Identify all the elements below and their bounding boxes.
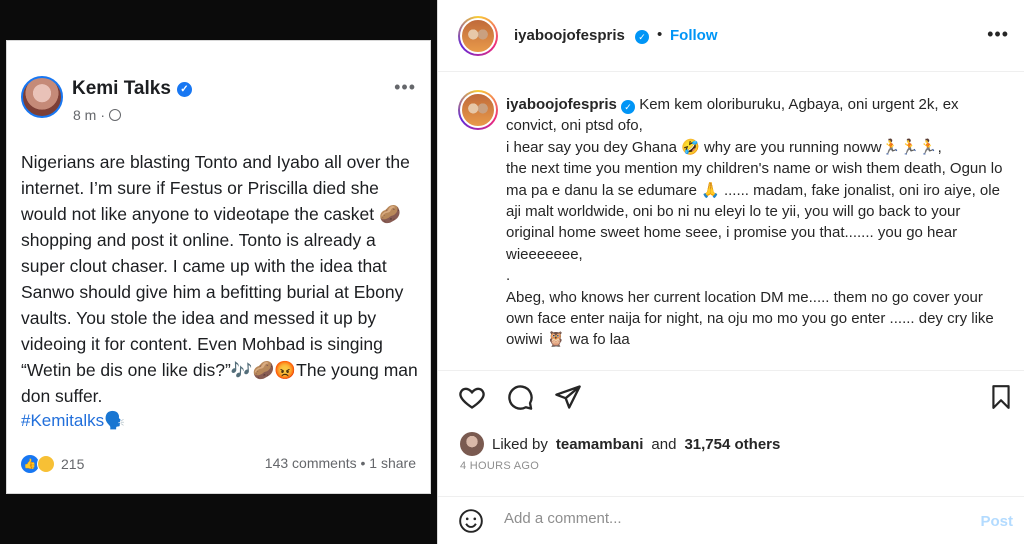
ig-comment-bar: Post: [438, 496, 1024, 544]
fb-author-name: Kemi Talks ✓: [72, 78, 192, 100]
fb-post-meta: 8 m ·: [73, 107, 122, 123]
ig-caption: iyaboojofespris ✓ Kem kem oloriburuku, A…: [506, 94, 1006, 362]
liked-by-and: and: [651, 435, 677, 453]
fb-post-time: 8 m: [73, 107, 97, 123]
liker-avatar[interactable]: [460, 432, 484, 456]
verified-badge-icon: ✓: [635, 30, 649, 44]
facebook-post-card: Kemi Talks ✓ 8 m · ••• Nigerians are bla…: [6, 40, 431, 494]
post-comment-button[interactable]: Post: [980, 513, 1013, 530]
ig-post-header: iyaboojofespris ✓ • Follow •••: [438, 0, 1024, 72]
follow-button[interactable]: Follow: [670, 27, 718, 44]
ig-caption-avatar[interactable]: [458, 90, 498, 130]
caption-line: i hear say you dey Ghana 🤣 why are you r…: [506, 138, 942, 156]
globe-icon: [109, 109, 122, 121]
more-options-icon: •••: [394, 77, 416, 97]
caption-line: the next time you mention my children's …: [506, 160, 1003, 263]
liked-by-label: Liked by: [492, 435, 548, 453]
ig-author-avatar[interactable]: [458, 16, 498, 56]
fb-comment-share-stats: 143 comments • 1 share: [264, 455, 416, 471]
separator-dot: •: [657, 26, 663, 43]
fb-reactions: 👍 215: [21, 455, 84, 473]
more-options-icon[interactable]: •••: [987, 24, 1009, 45]
liked-by-user-link[interactable]: teamambani: [556, 436, 644, 453]
ig-likes-summary: Liked by teamambani and 31,754 others: [460, 432, 780, 456]
share-paper-plane-icon[interactable]: [552, 381, 584, 413]
instagram-post-panel: iyaboojofespris ✓ • Follow ••• iyaboojof…: [437, 0, 1024, 544]
comment-input[interactable]: [504, 510, 924, 527]
verified-badge-icon: ✓: [176, 81, 192, 97]
embedded-facebook-screenshot: Kemi Talks ✓ 8 m · ••• Nigerians are bla…: [0, 0, 437, 544]
caption-line: .: [506, 267, 511, 285]
comment-bubble-icon[interactable]: [504, 381, 536, 413]
fb-reaction-count: 215: [61, 456, 85, 472]
fb-hashtag: #Kemitalks🗣️: [21, 411, 126, 430]
fb-author-label: Kemi Talks: [72, 78, 171, 99]
haha-reaction-icon: [37, 455, 55, 473]
caption-line: Abeg, who knows her current location DM …: [506, 288, 994, 349]
emoji-smiley-icon[interactable]: [458, 508, 484, 539]
verified-badge-icon: ✓: [621, 100, 636, 114]
ig-header-username[interactable]: iyaboojofespris: [514, 27, 625, 44]
fb-author-avatar: [21, 76, 63, 118]
ig-post-timestamp[interactable]: 4 HOURS AGO: [460, 460, 539, 472]
ig-caption-username[interactable]: iyaboojofespris: [506, 96, 617, 113]
ig-action-bar: [438, 370, 1024, 422]
save-bookmark-icon[interactable]: [985, 381, 1017, 413]
likes-others-link[interactable]: 31,754 others: [684, 436, 780, 453]
like-heart-icon[interactable]: [456, 381, 488, 413]
fb-post-body: Nigerians are blasting Tonto and Iyabo a…: [21, 152, 418, 406]
